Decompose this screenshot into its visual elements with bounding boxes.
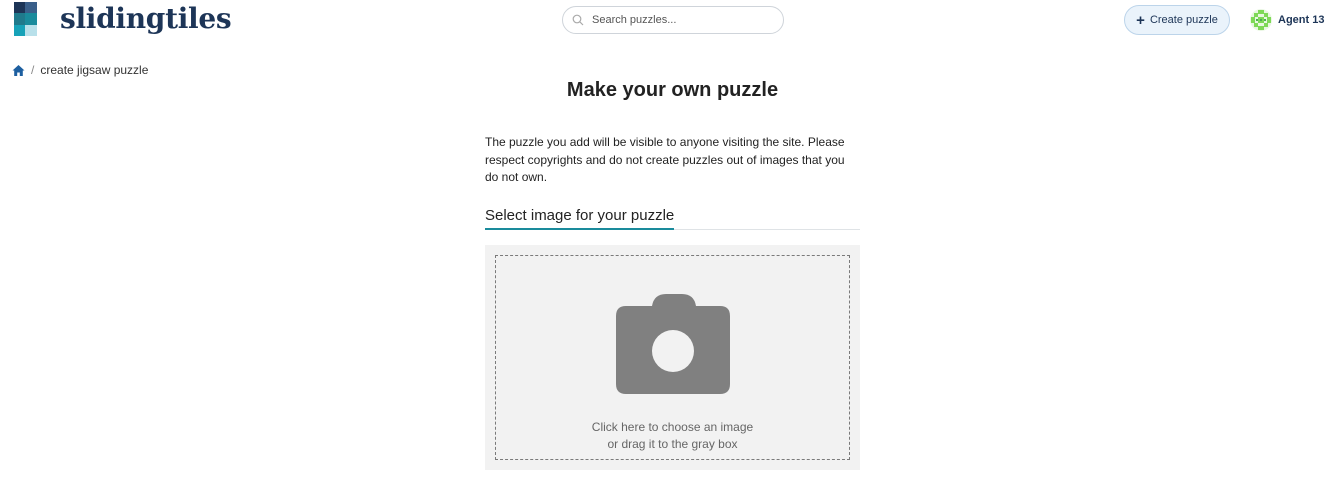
camera-icon — [616, 294, 730, 394]
site-header: slidingtiles + Create puzzle — [0, 0, 1335, 40]
site-logo[interactable]: slidingtiles — [14, 2, 232, 36]
create-puzzle-label: Create puzzle — [1149, 14, 1218, 26]
home-icon[interactable] — [12, 64, 25, 77]
breadcrumb: / create jigsaw puzzle — [12, 63, 148, 77]
image-upload-dropzone[interactable]: Click here to choose an image or drag it… — [485, 245, 860, 470]
search-input[interactable] — [590, 13, 770, 27]
search-icon — [572, 14, 584, 26]
page-title: Make your own puzzle — [566, 79, 779, 101]
user-menu[interactable]: Agent 13 — [1249, 8, 1324, 32]
sliding-tiles-logo-icon — [14, 2, 48, 36]
copyright-notice: The puzzle you add will be visible to an… — [485, 135, 845, 184]
plus-icon: + — [1136, 11, 1145, 29]
upload-line-2: or drag it to the gray box — [607, 437, 738, 451]
user-avatar-icon — [1250, 9, 1272, 31]
upload-line-1: Click here to choose an image — [591, 420, 754, 434]
create-puzzle-button[interactable]: + Create puzzle — [1124, 5, 1230, 35]
breadcrumb-separator: / — [31, 63, 35, 77]
section-tabs: Select image for your puzzle — [485, 207, 860, 230]
logo-text: slidingtiles — [60, 2, 232, 35]
search-box[interactable] — [562, 6, 784, 34]
breadcrumb-current: create jigsaw puzzle — [40, 63, 149, 77]
tab-select-image[interactable]: Select image for your puzzle — [485, 207, 675, 230]
upload-instructions: Click here to choose an image or drag it… — [496, 419, 849, 453]
dropzone-border: Click here to choose an image or drag it… — [495, 255, 850, 460]
user-name: Agent 13 — [1278, 14, 1325, 26]
